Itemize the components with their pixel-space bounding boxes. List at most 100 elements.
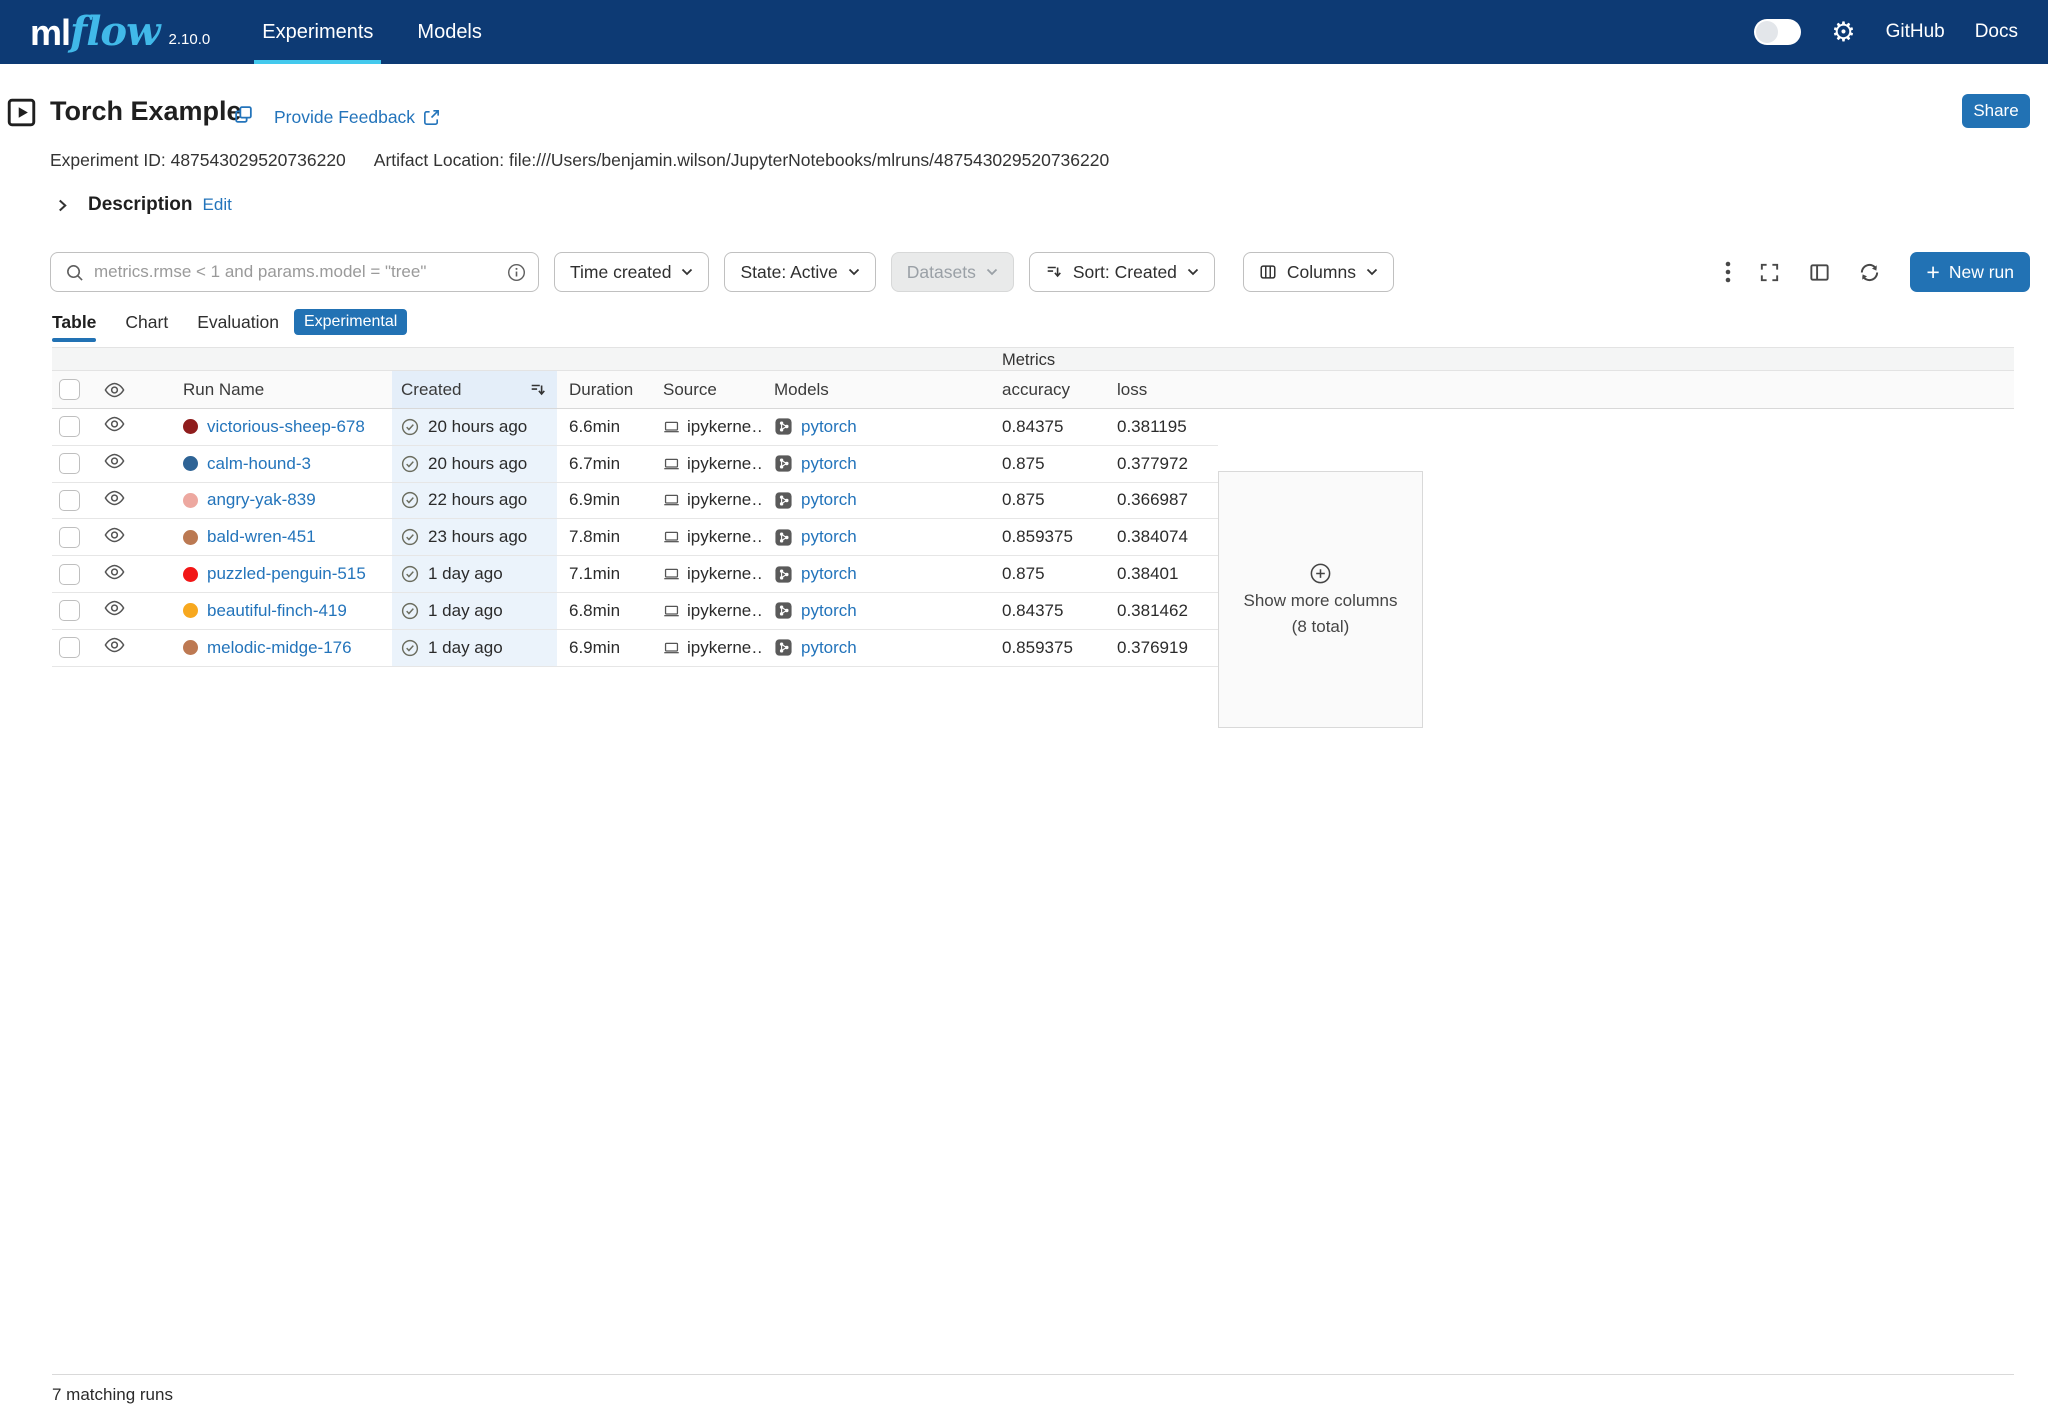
model-link[interactable]: pytorch [801,454,857,474]
chevron-right-icon[interactable] [57,198,68,213]
row-checkbox[interactable] [59,453,80,474]
info-icon[interactable] [507,263,526,287]
nav-link-label: Experiments [262,21,373,44]
accuracy-header[interactable]: accuracy [987,371,1107,408]
run-name-link[interactable]: calm-hound-3 [207,454,311,474]
run-name-header[interactable]: Run Name [160,371,392,408]
show-more-columns-button[interactable]: Show more columns (8 total) [1218,471,1423,728]
source-value[interactable]: ipykerne… [687,454,762,474]
table-row: angry-yak-839 22 hours ago 6.9min ipyker… [52,483,1218,520]
nav-link-experiments[interactable]: Experiments [262,0,373,64]
duration-value: 7.1min [569,564,620,584]
refresh-icon[interactable] [1858,261,1881,284]
docs-link[interactable]: Docs [1975,21,2018,43]
side-panel-icon[interactable] [1808,261,1831,284]
share-button[interactable]: Share [1962,94,2030,128]
eye-icon[interactable] [104,527,125,548]
accuracy-value: 0.859375 [1002,638,1073,658]
eye-icon[interactable] [104,600,125,621]
run-color-dot [183,640,198,655]
mlflow-logo[interactable]: ml flow 2.10.0 [30,13,210,51]
check-circle-icon [401,602,419,620]
tab-chart[interactable]: Chart [125,302,168,342]
run-name-link[interactable]: beautiful-finch-419 [207,601,347,621]
gear-icon[interactable]: ⚙ [1831,19,1855,46]
experiment-play-icon[interactable] [7,98,36,132]
eye-icon[interactable] [104,637,125,658]
loss-value: 0.376919 [1117,638,1188,658]
accuracy-value: 0.875 [1002,454,1045,474]
laptop-icon [663,604,680,618]
run-name-link[interactable]: melodic-midge-176 [207,638,352,658]
table-row: bald-wren-451 23 hours ago 7.8min ipyker… [52,519,1218,556]
source-value[interactable]: ipykerne… [687,638,762,658]
filter-label: Sort: Created [1073,262,1177,283]
check-circle-icon [401,418,419,436]
model-link[interactable]: pytorch [801,638,857,658]
select-all-checkbox[interactable] [59,379,80,400]
provide-feedback-link[interactable]: Provide Feedback [274,107,441,128]
run-name-link[interactable]: angry-yak-839 [207,490,316,510]
model-link[interactable]: pytorch [801,417,857,437]
search-box [50,252,539,292]
model-link[interactable]: pytorch [801,601,857,621]
filter-label: Columns [1287,262,1356,283]
github-link[interactable]: GitHub [1886,21,1945,43]
filter-state-active[interactable]: State: Active [724,252,875,292]
row-checkbox[interactable] [59,564,80,585]
created-value: 22 hours ago [428,490,527,510]
sort-descending-icon[interactable] [529,381,547,404]
table-row: melodic-midge-176 1 day ago 6.9min ipyke… [52,630,1218,667]
visibility-header-cell[interactable] [92,371,136,408]
eye-icon[interactable] [104,490,125,511]
row-checkbox[interactable] [59,527,80,548]
loss-header[interactable]: loss [1107,371,1218,408]
provide-feedback-label: Provide Feedback [274,107,415,128]
row-checkbox[interactable] [59,490,80,511]
kebab-menu-icon[interactable] [1725,261,1731,283]
filter-columns[interactable]: Columns [1243,252,1394,292]
row-checkbox[interactable] [59,637,80,658]
tab-table[interactable]: Table [52,302,96,342]
source-header[interactable]: Source [652,371,762,408]
filter-time-created[interactable]: Time created [554,252,709,292]
artifact-location: Artifact Location: file:///Users/benjami… [374,150,1109,171]
run-name-link[interactable]: bald-wren-451 [207,527,316,547]
check-circle-icon [401,491,419,509]
run-name-link[interactable]: puzzled-penguin-515 [207,564,366,584]
fullscreen-icon[interactable] [1758,261,1781,284]
filter-datasets[interactable]: Datasets [891,252,1014,292]
source-value[interactable]: ipykerne… [687,490,762,510]
source-value[interactable]: ipykerne… [687,527,762,547]
source-value[interactable]: ipykerne… [687,601,762,621]
duration-value: 6.9min [569,490,620,510]
table-row: calm-hound-3 20 hours ago 6.7min ipykern… [52,446,1218,483]
eye-icon[interactable] [104,564,125,585]
model-link[interactable]: pytorch [801,490,857,510]
metrics-group-label: Metrics [1002,349,1055,371]
eye-icon[interactable] [104,453,125,474]
navbar-right: ⚙ GitHub Docs [1754,0,2018,64]
search-input[interactable] [94,262,498,282]
model-link[interactable]: pytorch [801,527,857,547]
external-link-icon [422,108,441,127]
model-link[interactable]: pytorch [801,564,857,584]
run-name-link[interactable]: victorious-sheep-678 [207,417,365,437]
top-navbar: ml flow 2.10.0 Experiments Models ⚙ GitHu… [0,0,2048,64]
nav-link-models[interactable]: Models [417,0,481,64]
models-header[interactable]: Models [762,371,987,408]
table-group-header: Metrics [52,347,2014,371]
filter-sort-created[interactable]: Sort: Created [1029,252,1215,292]
row-checkbox[interactable] [59,600,80,621]
source-value[interactable]: ipykerne… [687,564,762,584]
description-edit-link[interactable]: Edit [203,195,232,215]
copy-icon[interactable] [233,104,254,130]
tab-evaluation[interactable]: Evaluation [197,302,279,342]
theme-toggle[interactable] [1754,19,1801,45]
new-run-button[interactable]: + New run [1910,252,2030,292]
duration-header[interactable]: Duration [557,371,652,408]
row-checkbox[interactable] [59,416,80,437]
source-value[interactable]: ipykerne… [687,417,762,437]
eye-icon[interactable] [104,416,125,437]
created-header[interactable]: Created [392,371,557,408]
